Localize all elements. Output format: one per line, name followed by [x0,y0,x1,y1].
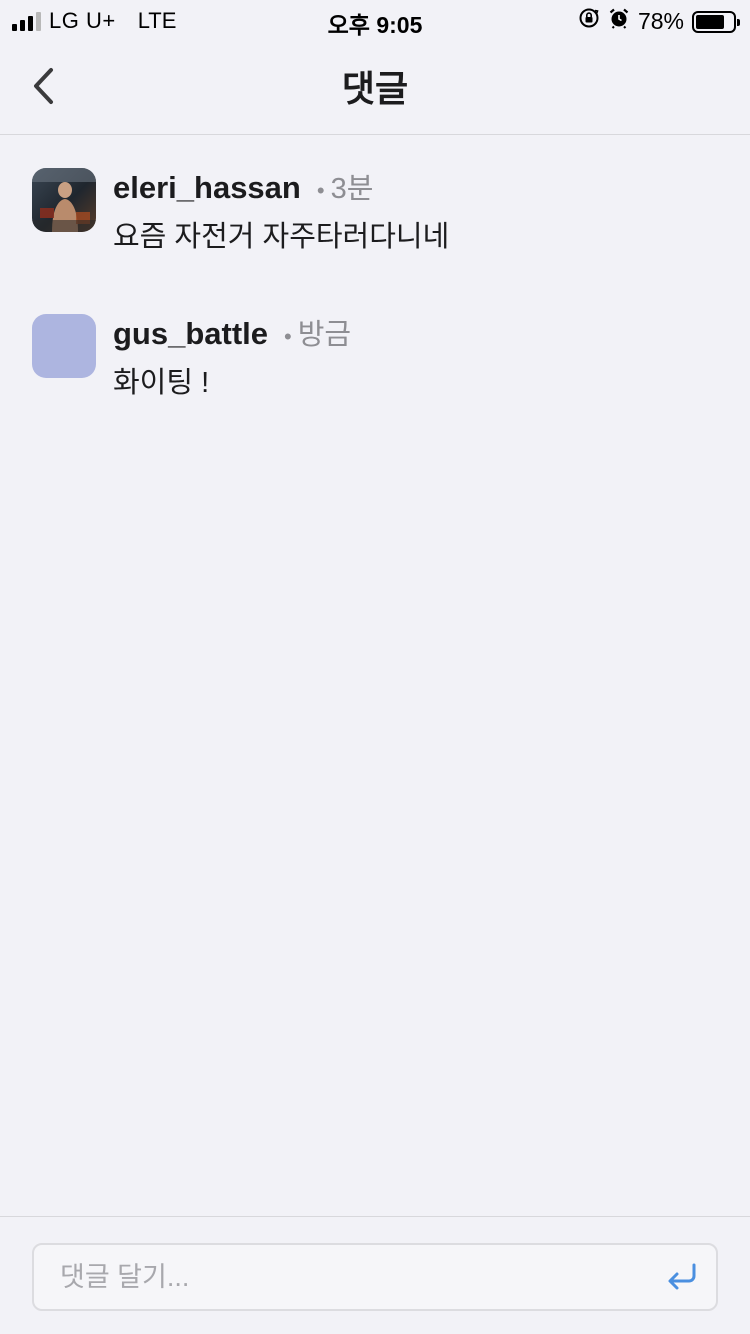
comment-header: eleri_hassan • 3분 [113,165,373,207]
username[interactable]: gus_battle [113,316,268,352]
nav-bar: 댓글 [0,40,750,135]
battery-icon [692,10,740,33]
avatar[interactable] [32,168,96,232]
comment-time: 3분 [330,173,374,205]
comment-time: 방금 [297,319,352,351]
battery-percent: 78% [637,8,684,34]
orientation-lock-icon [578,7,600,36]
comment-input-box [32,1243,718,1311]
separator-dot: • [284,324,292,349]
comment-input-bar [0,1216,750,1334]
comment-list: eleri_hassan • 3분 요즘 자전거 자주타러다니네 gus_bat… [0,135,750,427]
page-title: 댓글 [341,68,409,109]
send-button[interactable] [662,1257,702,1297]
screen: LG U+ LTE 오후 9:05 78% 댓글 eleri_hassan • … [0,0,750,1334]
comment-header: gus_battle • 방금 [113,311,351,353]
avatar[interactable] [32,314,96,378]
comment-text: 요즘 자전거 자주타러다니네 [113,221,450,253]
comment-item: eleri_hassan • 3분 요즘 자전거 자주타러다니네 [0,135,750,281]
return-arrow-icon [668,1263,696,1290]
separator-dot: • [316,178,325,203]
comment-input[interactable] [34,1245,634,1309]
status-bar: LG U+ LTE 오후 9:05 78% [0,0,750,40]
avatar-photo [32,168,96,232]
username[interactable]: eleri_hassan [113,170,301,206]
battery-level-fill [696,14,725,29]
comment-text: 화이팅 ! [113,367,210,399]
alarm-icon [608,7,630,36]
comment-item: gus_battle • 방금 화이팅 ! [0,281,750,427]
status-right: 78% [578,7,740,36]
